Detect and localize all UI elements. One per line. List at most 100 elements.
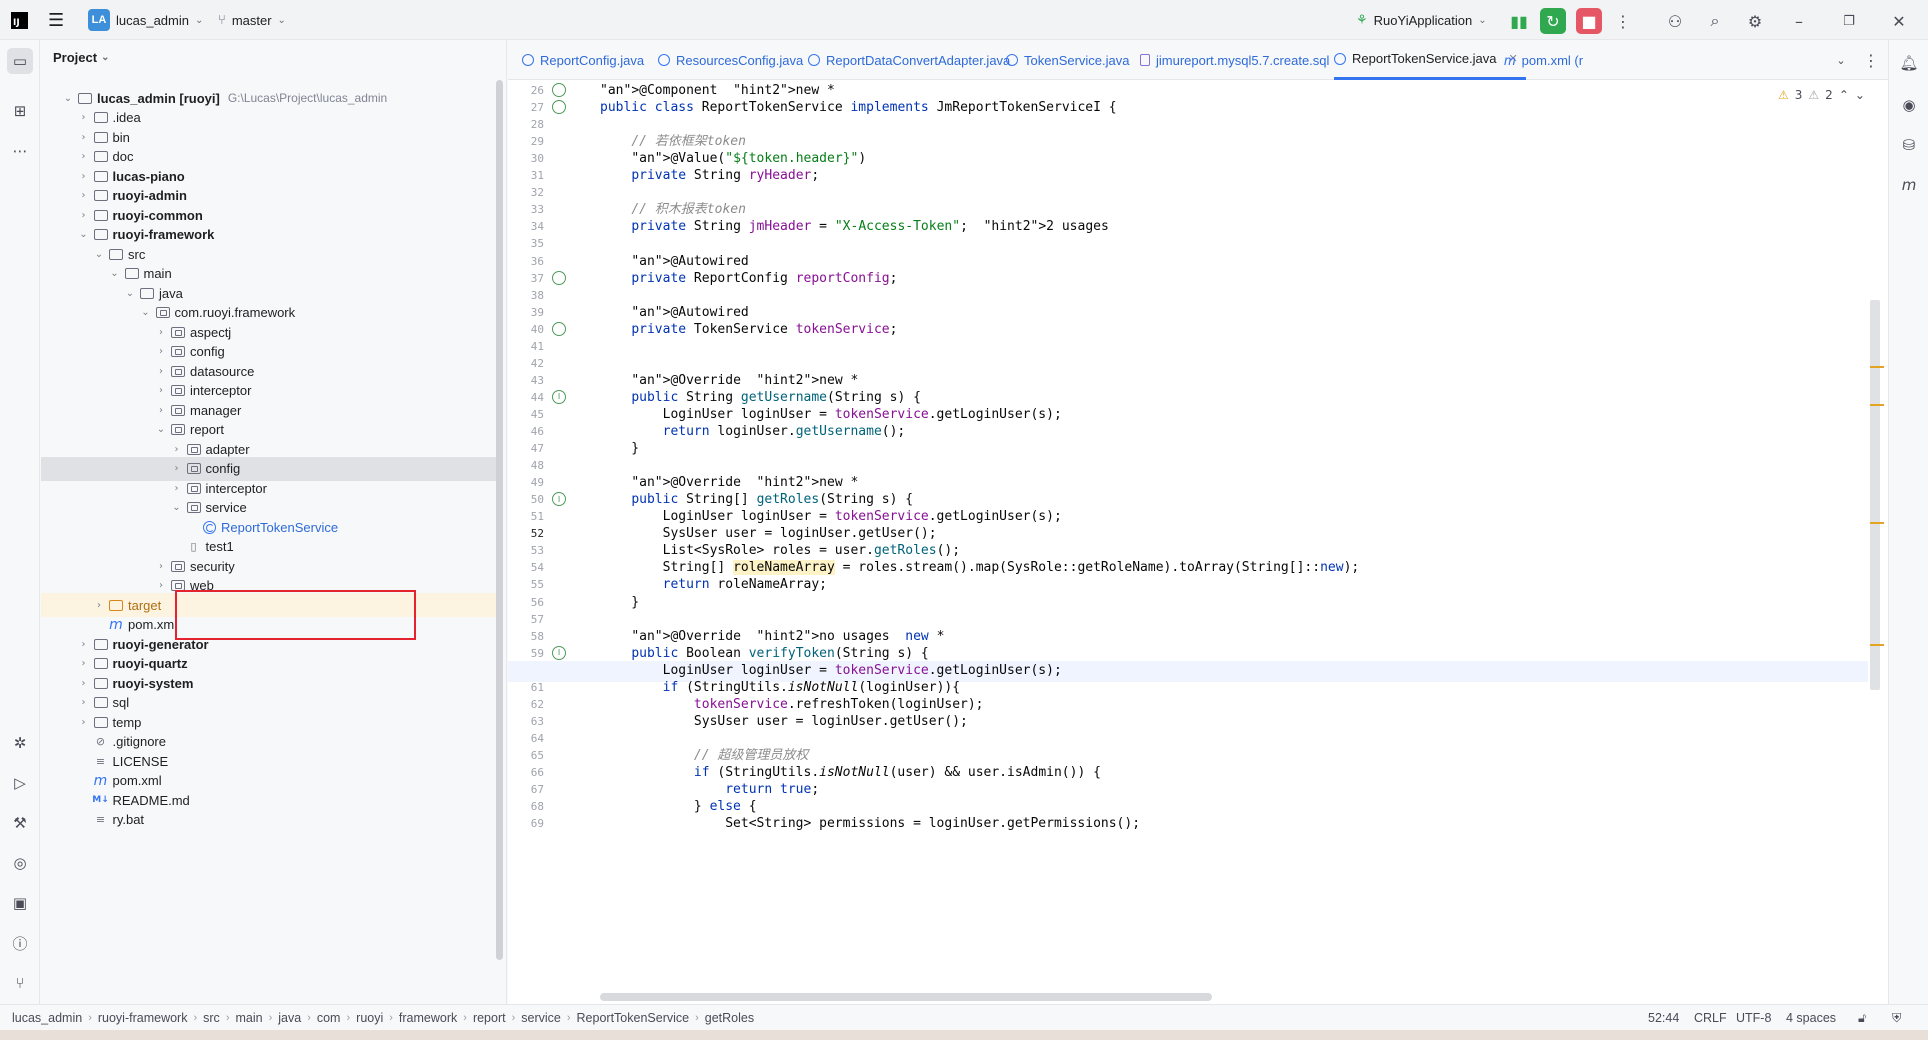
minimize-icon[interactable]: – xyxy=(1786,8,1812,34)
chevron-right-icon[interactable]: › xyxy=(77,678,91,689)
chevron-right-icon[interactable]: › xyxy=(154,385,168,396)
breadcrumb-item[interactable]: com xyxy=(317,1011,341,1025)
code-content[interactable]: "an">@Component "hint2">new * public clas… xyxy=(600,80,1870,1012)
pause-icon[interactable]: ▮▮ xyxy=(1506,8,1532,34)
editor-tab[interactable]: ReportDataConvertAdapter.java xyxy=(808,40,1018,80)
project-tool-icon[interactable]: ▭ xyxy=(7,48,33,74)
breadcrumb-item[interactable]: getRoles xyxy=(705,1011,754,1025)
chevron-down-icon[interactable]: ⌄ xyxy=(92,249,106,260)
project-scrollbar[interactable] xyxy=(496,80,503,960)
breadcrumb-item[interactable]: ReportTokenService xyxy=(577,1011,690,1025)
chevron-right-icon[interactable]: › xyxy=(92,600,106,611)
chevron-right-icon[interactable]: › xyxy=(154,561,168,572)
chevron-right-icon[interactable]: › xyxy=(154,405,168,416)
editor-tab[interactable]: ResourcesConfig.java xyxy=(658,40,811,80)
line-separator[interactable]: CRLF xyxy=(1694,1005,1727,1031)
chevron-down-icon[interactable]: ⌄ xyxy=(77,229,91,240)
debug-icon[interactable]: ✲ xyxy=(7,730,33,756)
add-user-icon[interactable]: ⚇ xyxy=(1662,8,1688,34)
chevron-right-icon[interactable]: › xyxy=(170,444,184,455)
build-icon[interactable]: ⚒ xyxy=(7,810,33,836)
breadcrumb-item[interactable]: framework xyxy=(399,1011,457,1025)
breadcrumb-item[interactable]: java xyxy=(278,1011,301,1025)
editor-tab[interactable]: m pom.xml (r xyxy=(1504,40,1591,80)
breadcrumb-item[interactable]: main xyxy=(235,1011,262,1025)
spring-bean-icon[interactable] xyxy=(552,100,566,115)
implements-method-icon[interactable]: I xyxy=(552,492,566,507)
run-config-selector[interactable]: ⚘ RuoYiApplication ⌄ xyxy=(1356,0,1487,40)
database-icon[interactable]: ⛁ xyxy=(1896,132,1922,158)
stop-icon[interactable]: ■ xyxy=(1576,8,1602,34)
caret-position[interactable]: 52:44 xyxy=(1648,1005,1679,1031)
search-icon[interactable]: ⌕ xyxy=(1702,8,1728,34)
warning-stripe[interactable] xyxy=(1870,644,1884,646)
implements-method-icon[interactable]: I xyxy=(552,645,566,660)
chevron-right-icon[interactable]: › xyxy=(154,346,168,357)
spring-bean-icon[interactable] xyxy=(552,270,566,285)
problems-icon[interactable]: ⓘ xyxy=(7,930,33,956)
breadcrumb-item[interactable]: ruoyi xyxy=(356,1011,383,1025)
editor-more-icon[interactable]: ⋮ xyxy=(1858,47,1884,73)
chevron-right-icon[interactable]: › xyxy=(77,210,91,221)
editor-tab[interactable]: ReportTokenService.java ✕ xyxy=(1334,40,1526,80)
chevron-right-icon[interactable]: › xyxy=(154,366,168,377)
chevron-down-icon[interactable]: ⌄ xyxy=(170,502,184,513)
spring-bean-icon[interactable] xyxy=(552,321,566,336)
ai-assistant-icon[interactable]: ◉ xyxy=(1896,92,1922,118)
chevron-right-icon[interactable]: › xyxy=(77,639,91,650)
breadcrumb-item[interactable]: report xyxy=(473,1011,506,1025)
terminal-icon[interactable]: ▣ xyxy=(7,890,33,916)
editor-tab[interactable]: ReportConfig.java xyxy=(522,40,652,80)
breadcrumb-item[interactable]: lucas_admin xyxy=(12,1011,82,1025)
chevron-right-icon[interactable]: › xyxy=(77,151,91,162)
spring-bean-icon[interactable] xyxy=(552,83,566,97)
breadcrumb-item[interactable]: ruoyi-framework xyxy=(98,1011,188,1025)
run-icon[interactable]: ▷ xyxy=(7,770,33,796)
chevron-right-icon[interactable]: › xyxy=(77,717,91,728)
restore-icon[interactable]: ❐ xyxy=(1836,8,1862,34)
chevron-down-icon[interactable]: ⌄ xyxy=(154,424,168,435)
tree-item[interactable]: ≡ ry.bat xyxy=(41,808,501,832)
more-actions-icon[interactable]: ⋮ xyxy=(1610,8,1636,34)
services-icon[interactable]: ◎ xyxy=(7,850,33,876)
tab-list-chevron-icon[interactable]: ⌄ xyxy=(1828,47,1854,73)
more-tools-icon[interactable]: ⋯ xyxy=(7,138,33,164)
editor-tab[interactable]: jimureport.mysql5.7.create.sql xyxy=(1140,40,1337,80)
breadcrumb-item[interactable]: src xyxy=(203,1011,220,1025)
editor-horizontal-scrollbar[interactable] xyxy=(600,993,1212,1001)
main-menu-button[interactable]: ☰ xyxy=(48,0,64,40)
breadcrumb-item[interactable]: service xyxy=(521,1011,561,1025)
project-switcher[interactable]: LA lucas_admin ⌄ xyxy=(88,0,203,40)
warning-stripe[interactable] xyxy=(1870,366,1884,368)
chevron-right-icon[interactable]: › xyxy=(170,463,184,474)
chevron-right-icon[interactable]: › xyxy=(154,327,168,338)
notifications-icon[interactable]: 🔔︎ xyxy=(1896,50,1922,76)
indent-setting[interactable]: 4 spaces xyxy=(1786,1005,1836,1031)
chevron-right-icon[interactable]: › xyxy=(77,190,91,201)
git-icon[interactable]: ⑂ xyxy=(7,970,33,996)
editor-scrollbar[interactable] xyxy=(1870,300,1880,690)
chevron-right-icon[interactable]: › xyxy=(77,658,91,669)
editor-tab[interactable]: TokenService.java xyxy=(1006,40,1138,80)
close-icon[interactable]: ✕ xyxy=(1886,8,1912,34)
file-encoding[interactable]: UTF-8 xyxy=(1736,1005,1771,1031)
warning-stripe[interactable] xyxy=(1870,404,1884,406)
settings-gear-icon[interactable]: ⚙ xyxy=(1742,8,1768,34)
warning-stripe[interactable] xyxy=(1870,522,1884,524)
chevron-right-icon[interactable]: › xyxy=(77,697,91,708)
chevron-down-icon[interactable]: ⌄ xyxy=(108,268,122,279)
chevron-right-icon[interactable]: › xyxy=(77,112,91,123)
chevron-right-icon[interactable]: › xyxy=(170,483,184,494)
implements-method-icon[interactable]: I xyxy=(552,389,566,404)
structure-tool-icon[interactable]: ⊞ xyxy=(7,98,33,124)
vcs-branch-switcher[interactable]: ⑂ master ⌄ xyxy=(218,0,286,40)
chevron-down-icon[interactable]: ⌄ xyxy=(139,307,153,318)
chevron-down-icon[interactable]: ⌄ xyxy=(61,93,75,104)
chevron-right-icon[interactable]: › xyxy=(77,171,91,182)
chevron-right-icon[interactable]: › xyxy=(154,580,168,591)
shield-icon[interactable]: ⛨ xyxy=(1892,1005,1901,1031)
chevron-right-icon[interactable]: › xyxy=(77,132,91,143)
chevron-down-icon[interactable]: ⌄ xyxy=(123,288,137,299)
project-panel-header[interactable]: Project ⌄ xyxy=(53,50,109,65)
ide-logo[interactable]: IJ xyxy=(11,0,28,40)
